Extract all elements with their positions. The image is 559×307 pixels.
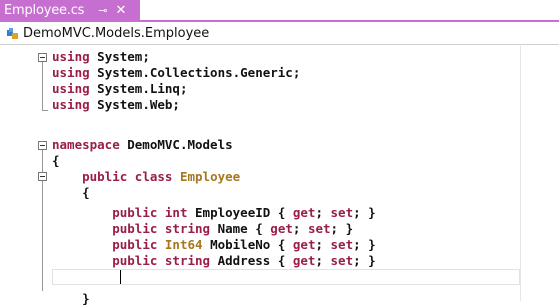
keyword: using	[52, 49, 90, 64]
code-line-7: {	[52, 153, 60, 169]
keyword: public	[112, 221, 158, 236]
keyword: get	[270, 221, 293, 236]
outline-guide-end	[42, 110, 48, 111]
type-name: Employee	[179, 169, 241, 184]
keyword: get	[292, 237, 316, 252]
code-line-9: {	[52, 185, 90, 201]
type-dropdown[interactable]: DemoMVC.Models.Employee	[23, 26, 209, 41]
code-line-3: using System.Linq;	[52, 81, 187, 97]
code-text: System.Web;	[89, 97, 180, 112]
keyword: public	[112, 205, 158, 220]
code-line-10: public int EmployeeID { get; set; }	[112, 205, 376, 220]
code-line-15: }	[52, 291, 90, 307]
editor-right-edge	[520, 46, 521, 301]
outline-guide	[42, 62, 43, 110]
code-line-13: public string Address { get; set; }	[112, 253, 376, 268]
property-name: MobileNo	[210, 237, 271, 252]
code-text: System;	[89, 49, 150, 64]
navigation-bar: DemoMVC.Models.Employee	[0, 22, 559, 45]
keyword: public	[112, 237, 158, 252]
outline-guide	[42, 150, 43, 172]
keyword: using	[52, 81, 90, 96]
keyword: set	[307, 221, 331, 236]
code-line-4: using System.Web;	[52, 97, 180, 113]
code-editor[interactable]: using System; using System.Collections.G…	[0, 46, 559, 306]
property-name: EmployeeID	[195, 205, 271, 220]
class-icon	[6, 26, 20, 40]
collapse-using-icon[interactable]	[38, 53, 47, 62]
code-line-6: namespace DemoMVC.Models	[52, 137, 233, 153]
code-text: DemoMVC.Models	[119, 137, 233, 152]
tab-title: Employee.cs	[4, 2, 85, 18]
outline-guide	[42, 181, 43, 291]
keyword: string	[164, 253, 211, 268]
code-text: }	[368, 253, 376, 268]
pin-icon[interactable]: ⊸	[98, 4, 107, 17]
code-text: {	[277, 205, 286, 220]
keyword: get	[292, 253, 316, 268]
keyword: set	[330, 253, 354, 268]
code-text: }	[345, 221, 354, 236]
keyword: public	[112, 253, 158, 268]
code-text: }	[368, 237, 376, 252]
document-tab-strip: Employee.cs ⊸ ✕	[0, 0, 559, 22]
keyword: int	[164, 205, 188, 220]
code-text: {	[52, 153, 60, 168]
keyword: string	[164, 221, 211, 236]
collapse-namespace-icon[interactable]	[38, 141, 47, 150]
code-line-2: using System.Collections.Generic;	[52, 65, 300, 81]
code-line-11: public string Name { get; set; }	[112, 221, 354, 236]
code-text: }	[368, 205, 376, 220]
keyword: public	[82, 169, 128, 184]
text-caret	[120, 270, 121, 284]
type-name: Int64	[164, 237, 203, 252]
code-text: System.Collections.Generic;	[89, 65, 301, 80]
keyword: using	[52, 65, 90, 80]
keyword: namespace	[52, 137, 120, 152]
keyword: class	[134, 169, 173, 184]
code-text: {	[82, 185, 90, 200]
code-line-1: using System;	[52, 49, 150, 65]
code-text: {	[277, 237, 286, 252]
keyword: set	[330, 205, 354, 220]
code-text: }	[82, 291, 90, 306]
keyword: get	[292, 205, 316, 220]
code-line-12: public Int64 MobileNo { get; set; }	[112, 237, 376, 252]
code-line-8: public class Employee	[52, 169, 240, 185]
code-text: System.Linq;	[89, 81, 188, 96]
property-name: Name	[217, 221, 248, 236]
property-name: Address	[217, 253, 271, 268]
keyword: using	[52, 97, 90, 112]
close-icon[interactable]: ✕	[115, 3, 126, 18]
tab-employee-cs[interactable]: Employee.cs ⊸ ✕	[0, 0, 140, 20]
code-text: {	[255, 221, 263, 236]
code-text: {	[277, 253, 286, 268]
current-line-highlight	[52, 269, 520, 285]
collapse-class-icon[interactable]	[38, 172, 47, 181]
keyword: set	[330, 237, 354, 252]
